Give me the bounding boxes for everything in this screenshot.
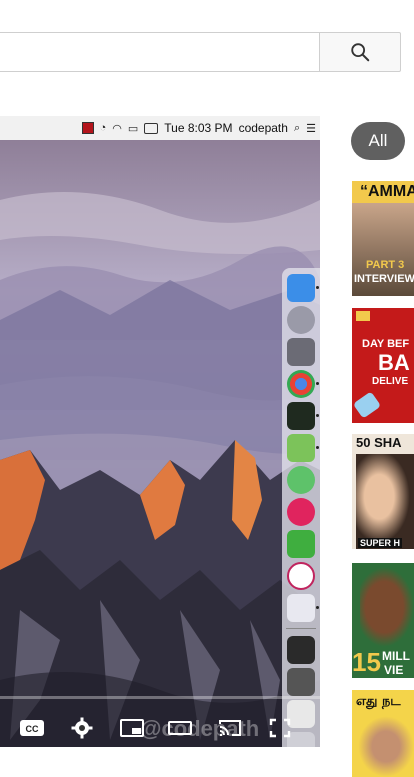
- recorder-icon: [287, 562, 315, 590]
- app-menu-icon: [81, 122, 94, 134]
- android-studio-icon: [287, 434, 315, 462]
- page: ◔ ◠ ▭ Tue 8:03 PM codepath ⌕ ☰ @codepath…: [0, 0, 414, 777]
- fullscreen-button[interactable]: [264, 714, 296, 742]
- mountain-wallpaper: [0, 140, 320, 747]
- finder-icon: [287, 274, 315, 302]
- thumbnail-caption: MILL: [382, 649, 410, 663]
- baby-bottle-icon: [352, 391, 382, 419]
- chrome-icon: [287, 370, 315, 398]
- search-bar: [0, 0, 414, 106]
- mac-dock: [282, 268, 320, 747]
- thumbnail-title: 15: [352, 647, 381, 677]
- window-thumbnail-icon: [287, 636, 315, 664]
- menubar-time: Tue 8:03 PM: [164, 121, 233, 135]
- thumbnail-caption: INTERVIEW: [354, 273, 414, 285]
- thumbnail-image: [358, 716, 414, 777]
- cast-icon: [219, 720, 241, 736]
- thumbnail-image: [356, 454, 414, 549]
- settings-icon: [71, 717, 93, 739]
- thumbnail-title: DAY BEF: [362, 338, 410, 350]
- dock-divider: [286, 628, 316, 629]
- thumbnail-title: எது நட: [356, 694, 401, 709]
- dock-indicator: [316, 446, 319, 449]
- video-player[interactable]: ◔ ◠ ▭ Tue 8:03 PM codepath ⌕ ☰ @codepath…: [0, 106, 320, 747]
- thumbnail-title: “AMMA: [360, 183, 414, 200]
- video-thumbnail[interactable]: எது நட: [352, 690, 414, 777]
- thumbnail-caption: SUPER H: [358, 538, 403, 548]
- dock-indicator: [316, 286, 319, 289]
- thumbnail-caption: PART 3: [366, 259, 405, 271]
- video-thumbnail[interactable]: “AMMA PART 3 INTERVIEW: [352, 181, 414, 296]
- menubar-user: codepath: [238, 121, 288, 135]
- search-input[interactable]: [0, 32, 320, 72]
- fullscreen-icon: [269, 718, 291, 738]
- screen-record-icon: [287, 594, 315, 622]
- list-icon: ☰: [306, 122, 316, 135]
- theater-mode-button[interactable]: [164, 714, 196, 742]
- app-icon: [287, 466, 315, 494]
- camtasia-icon: [287, 530, 315, 558]
- miniplayer-button[interactable]: [116, 714, 148, 742]
- progress-bar[interactable]: [0, 696, 320, 699]
- search-button[interactable]: [319, 32, 401, 72]
- search-icon: [351, 43, 370, 62]
- chip-all[interactable]: All: [351, 122, 405, 160]
- flickr-icon: [287, 498, 315, 526]
- thumbnail-caption: VIE: [384, 663, 404, 677]
- mac-menubar: ◔ ◠ ▭ Tue 8:03 PM codepath ⌕ ☰: [0, 116, 320, 140]
- captions-button[interactable]: CC: [16, 714, 48, 742]
- thumbnail-caption: BA: [378, 350, 410, 375]
- spotlight-icon: ⌕: [293, 121, 301, 134]
- theater-mode-icon: [168, 721, 192, 735]
- sync-icon: ◔: [99, 122, 107, 134]
- thumbnail-title: 50 SHA: [356, 435, 402, 450]
- miniplayer-icon: [120, 719, 144, 737]
- captions-icon: CC: [20, 720, 44, 736]
- cast-button[interactable]: [214, 714, 246, 742]
- dock-indicator: [316, 606, 319, 609]
- video-thumbnail[interactable]: 15 MILL VIE: [352, 563, 414, 678]
- player-controls: @codepath CC: [0, 686, 320, 747]
- system-preferences-icon: [287, 338, 315, 366]
- video-thumbnail[interactable]: DAY BEF BA DELIVE: [352, 308, 414, 423]
- channel-logo-icon: [356, 311, 370, 321]
- dock-indicator: [316, 414, 319, 417]
- thumbnail-image: [360, 567, 414, 647]
- battery-icon: [144, 122, 159, 134]
- video-thumbnail[interactable]: 50 SHA SUPER H: [352, 434, 414, 549]
- dock-indicator: [316, 382, 319, 385]
- terminal-icon: [287, 402, 315, 430]
- settings-button[interactable]: [66, 714, 98, 742]
- desktop-wallpaper: [0, 140, 320, 747]
- svg-text:CC: CC: [26, 724, 39, 734]
- wifi-icon: ◠: [112, 122, 122, 135]
- launchpad-icon: [287, 306, 315, 334]
- airplay-icon: ▭: [127, 122, 139, 135]
- thumbnail-caption: DELIVE: [372, 376, 409, 387]
